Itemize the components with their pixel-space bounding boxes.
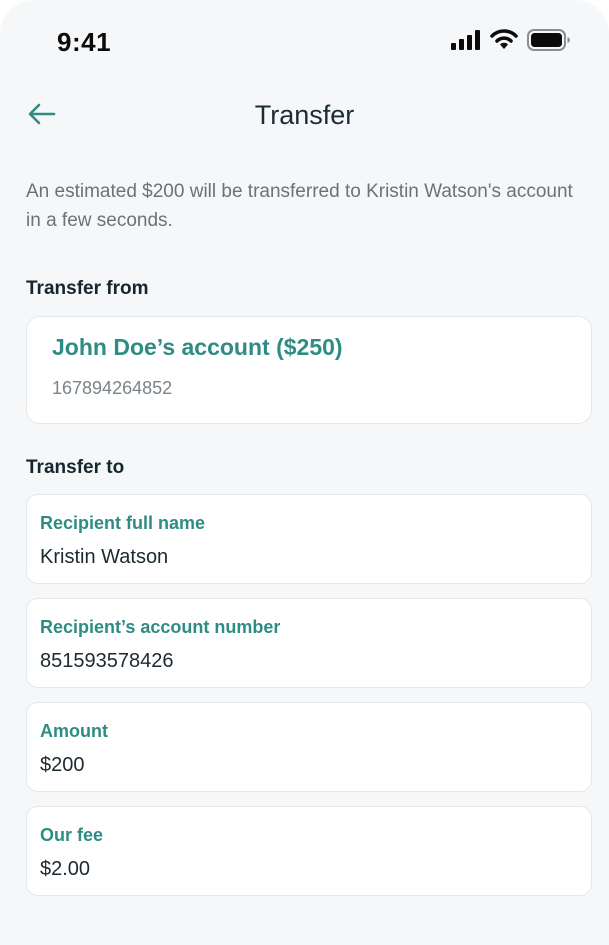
battery-icon (527, 28, 571, 56)
recipient-account-label: Recipient’s account number (40, 617, 281, 637)
wifi-icon (490, 29, 518, 55)
fee-field: Our fee $2.00 (26, 806, 592, 896)
fee-label: Our fee (40, 825, 104, 845)
status-bar: 9:41 (0, 0, 609, 80)
recipient-name-input[interactable] (40, 546, 560, 569)
recipient-account-field[interactable]: Recipient’s account number (26, 598, 592, 688)
amount-label: Amount (40, 721, 108, 741)
signal-icon (451, 29, 481, 55)
status-icons (451, 28, 571, 56)
recipient-name-field[interactable]: Recipient full name (26, 494, 592, 584)
page-title: Transfer (254, 100, 355, 130)
amount-field[interactable]: Amount (26, 702, 592, 792)
amount-input[interactable] (40, 754, 560, 777)
source-account-card[interactable]: John Doe’s account ($250) 167894264852 (26, 316, 592, 424)
source-account-number: 167894264852 (52, 378, 173, 398)
transfer-description: An estimated $200 will be transferred to… (26, 181, 573, 231)
status-time: 9:41 (57, 27, 112, 57)
fee-value: $2.00 (40, 858, 91, 880)
transfer-to-label: Transfer to (26, 457, 125, 478)
phone-screen: 9:41 Transfer An estimated $200 will be … (0, 0, 609, 945)
transfer-from-label: Transfer from (26, 278, 149, 299)
recipient-account-input[interactable] (40, 650, 560, 673)
recipient-name-label: Recipient full name (40, 513, 206, 533)
source-account-name: John Doe’s account ($250) (52, 334, 343, 360)
